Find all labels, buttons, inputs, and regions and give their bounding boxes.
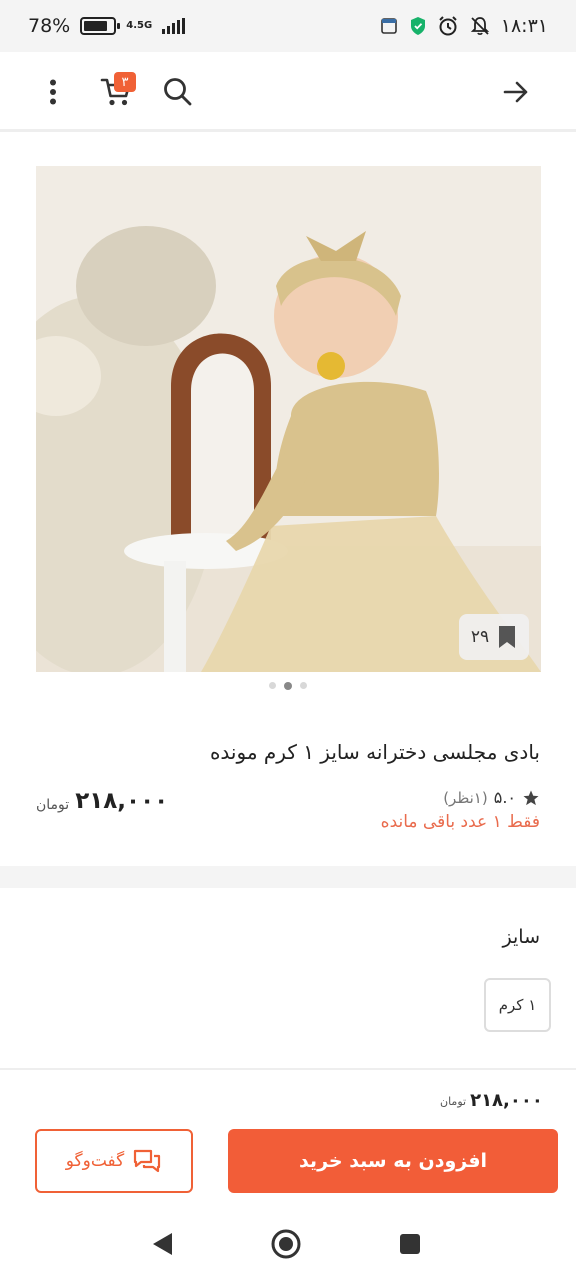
chair-leg: [164, 561, 186, 672]
star-icon: [523, 790, 539, 805]
rating-count: (۱نظر): [443, 788, 488, 807]
shield-icon: [410, 17, 425, 35]
bottom-divider: [0, 1068, 576, 1070]
saved-count: ۲۹: [470, 627, 490, 647]
home-nav-icon[interactable]: [270, 1228, 302, 1260]
bottom-price: تومان ۲۱۸,۰۰۰: [440, 1090, 543, 1111]
chat-icon: [134, 1149, 161, 1173]
product-image[interactable]: ۲۹: [36, 166, 541, 672]
search-icon[interactable]: [156, 70, 200, 114]
price-value: ۲۱۸,۰۰۰: [75, 788, 169, 814]
battery-percent: 78%: [28, 15, 71, 37]
status-left: 78% 4.5G: [28, 15, 186, 37]
battery-icon: [80, 17, 121, 35]
teddy-bear-ear: [76, 226, 216, 346]
product-title: بادی مجلسی دخترانه سایز ۱ کرم مونده: [209, 740, 540, 764]
network-type: 4.5G: [126, 20, 153, 31]
pager-dot-active: [284, 682, 292, 690]
chair-back-inner: [191, 353, 254, 546]
chat-button-label: گفت‌وگو: [65, 1151, 125, 1171]
stock-warning: فقط ۱ عدد باقی مانده: [380, 812, 540, 832]
chat-button[interactable]: گفت‌وگو: [35, 1129, 193, 1193]
notifications-off-icon: [470, 17, 489, 35]
back-nav-icon[interactable]: [146, 1228, 178, 1260]
size-section-title: سایز: [502, 926, 540, 948]
bottom-price-currency: تومان: [440, 1095, 467, 1108]
product-photo: [36, 166, 541, 672]
more-vert-icon[interactable]: [31, 70, 75, 114]
bookmark-chip[interactable]: ۲۹: [459, 614, 529, 660]
clock-time: ۱۸:۳۱: [500, 15, 548, 37]
rating-row[interactable]: ۵.۰ (۱نظر): [443, 788, 540, 807]
bottom-price-value: ۲۱۸,۰۰۰: [470, 1090, 543, 1111]
pager-dot: [300, 682, 307, 689]
cart-count-badge: ۳: [114, 72, 136, 92]
status-right: ۱۸:۳۱: [379, 15, 548, 37]
bookmark-icon: [499, 626, 516, 648]
arrow-right-icon[interactable]: [494, 70, 538, 114]
pager-dot: [269, 682, 276, 689]
add-to-cart-button[interactable]: افزودن به سبد خرید: [228, 1129, 558, 1193]
alarm-icon: [439, 16, 457, 36]
product-price: تومان ۲۱۸,۰۰۰: [36, 788, 168, 814]
cart-button[interactable]: ۳: [94, 70, 138, 114]
notification-app-icon: [380, 18, 397, 34]
image-pager-dots: [0, 682, 576, 690]
app-bar: ۳: [0, 52, 576, 132]
pacifier: [317, 352, 345, 380]
price-currency: تومان: [36, 797, 70, 813]
signal-icon: [162, 18, 186, 34]
size-option[interactable]: ۱ کرم: [484, 978, 551, 1032]
recents-nav-icon[interactable]: [394, 1228, 426, 1260]
rating-value: ۵.۰: [493, 788, 516, 807]
system-nav-bar: [0, 1210, 576, 1280]
status-bar: 78% 4.5G ۱۸:۳۱: [0, 0, 576, 52]
dress-bodice: [274, 381, 439, 516]
section-divider: [0, 866, 576, 888]
